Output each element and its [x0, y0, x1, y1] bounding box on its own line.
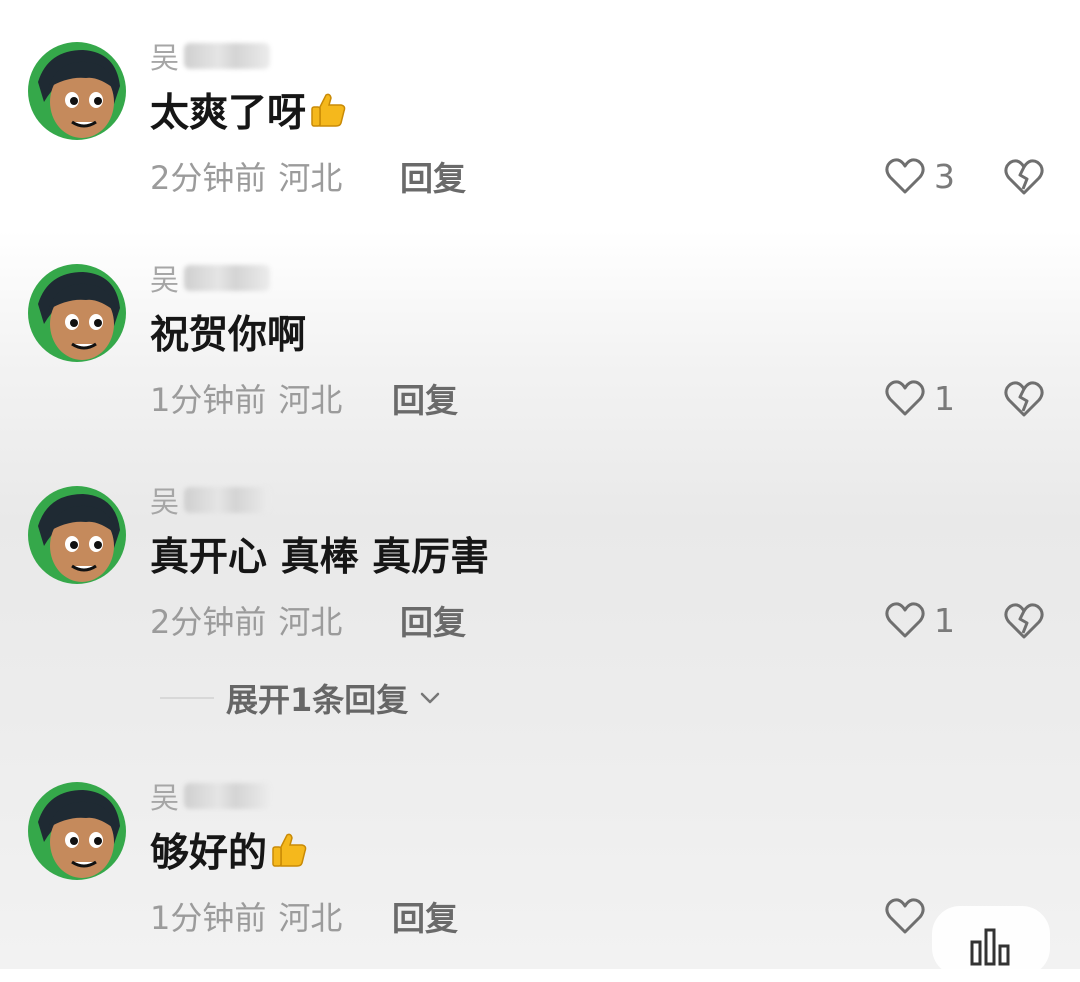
username-text: 吴 — [150, 485, 181, 519]
comment-item: 吴 祝贺你啊 1分钟前 河北 回复 1 — [0, 263, 1080, 464]
username[interactable]: 吴 — [150, 36, 271, 76]
broken-heart-icon — [1004, 603, 1044, 639]
username-redaction — [184, 783, 271, 809]
like-button[interactable]: 3 — [884, 154, 955, 198]
dislike-button[interactable] — [1003, 156, 1045, 198]
thumbs-up-icon — [272, 833, 307, 867]
comment-meta: 2分钟前 河北 — [150, 154, 342, 198]
like-count: 1 — [934, 378, 955, 418]
dislike-button[interactable] — [1003, 378, 1045, 420]
username-text: 吴 — [150, 263, 181, 297]
expand-replies-label: 展开1条回复 — [226, 681, 409, 719]
expand-replies-button[interactable]: 展开1条回复 — [160, 676, 442, 720]
avatar[interactable] — [28, 42, 126, 140]
username-redaction — [184, 265, 271, 291]
dislike-button[interactable] — [1003, 600, 1045, 642]
comment-text-body: 够好的 — [150, 831, 268, 876]
comment-location: 河北 — [278, 159, 343, 197]
thumbs-up-icon — [311, 93, 346, 127]
username-redaction — [184, 43, 271, 69]
comment-text: 太爽了呀 — [150, 84, 350, 136]
comment-time: 2分钟前 — [150, 159, 267, 197]
comment-text: 真开心 真棒 真厉害 — [150, 528, 489, 580]
stats-badge[interactable] — [932, 906, 1050, 976]
avatar[interactable] — [28, 782, 126, 880]
comment-text-body: 太爽了呀 — [150, 91, 307, 136]
reply-button[interactable]: 回复 — [392, 894, 458, 938]
comment-text: 祝贺你啊 — [150, 306, 306, 358]
broken-heart-icon — [1004, 159, 1044, 195]
reply-button[interactable]: 回复 — [392, 376, 458, 420]
comment-location: 河北 — [278, 381, 343, 419]
expand-divider — [160, 697, 214, 699]
like-button[interactable]: 1 — [884, 598, 955, 642]
comment-location: 河北 — [278, 603, 343, 641]
like-count: 1 — [934, 600, 955, 640]
comment-text: 够好的 — [150, 824, 311, 876]
comment-location: 河北 — [278, 899, 343, 937]
like-button[interactable]: 1 — [884, 376, 955, 420]
broken-heart-icon — [1004, 381, 1044, 417]
comment-time: 2分钟前 — [150, 603, 267, 641]
reply-button[interactable]: 回复 — [400, 598, 466, 642]
heart-icon — [885, 602, 925, 638]
reply-button[interactable]: 回复 — [400, 154, 466, 198]
username-text: 吴 — [150, 41, 181, 75]
like-button[interactable] — [884, 894, 934, 938]
like-count: 3 — [934, 156, 955, 196]
chevron-down-icon — [421, 692, 440, 704]
comment-text-body: 祝贺你啊 — [150, 313, 307, 358]
comment-item: 吴 真开心 真棒 真厉害 2分钟前 河北 回复 1 — [0, 485, 1080, 686]
username[interactable]: 吴 — [150, 258, 271, 298]
bar-chart-icon — [970, 928, 1010, 966]
heart-icon — [885, 380, 925, 416]
avatar[interactable] — [28, 264, 126, 362]
comment-time: 1分钟前 — [150, 899, 267, 937]
comment-text-body: 真开心 真棒 真厉害 — [150, 535, 490, 580]
username[interactable]: 吴 — [150, 776, 271, 816]
username-text: 吴 — [150, 781, 181, 815]
comment-item: 吴 太爽了呀 2分钟前 河北 回复 3 — [0, 41, 1080, 242]
avatar[interactable] — [28, 486, 126, 584]
username-redaction — [184, 487, 271, 513]
heart-icon — [885, 158, 925, 194]
username[interactable]: 吴 — [150, 480, 271, 520]
comment-item: 吴 够好的 1分钟前 河北 回复 — [0, 781, 1080, 982]
comment-meta: 1分钟前 河北 — [150, 894, 342, 938]
comment-meta: 2分钟前 河北 — [150, 598, 342, 642]
comment-meta: 1分钟前 河北 — [150, 376, 342, 420]
heart-icon — [885, 898, 925, 934]
comment-time: 1分钟前 — [150, 381, 267, 419]
